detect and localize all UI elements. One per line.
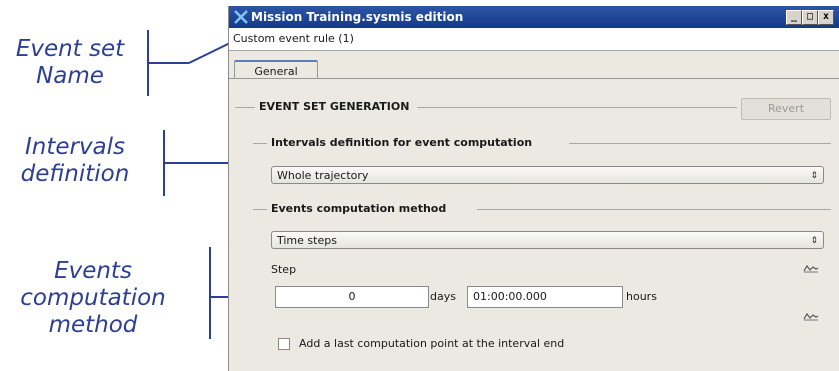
- annotation-events-line2: computation: [20, 285, 166, 311]
- computation-section-title: Events computation method: [271, 202, 451, 215]
- window-title: Mission Training.sysmis edition: [251, 10, 464, 24]
- last-point-label: Add a last computation point at the inte…: [299, 337, 565, 350]
- curve-icon[interactable]: [803, 311, 819, 321]
- intervals-rule-right: [569, 143, 831, 144]
- step-label: Step: [271, 263, 297, 276]
- days-value: 0: [348, 290, 356, 303]
- hours-unit-label: hours: [626, 290, 657, 303]
- hours-input[interactable]: 01:00:00.000: [467, 286, 623, 308]
- intervals-select[interactable]: Whole trajectory ⇕: [271, 166, 824, 184]
- annotation-connector-name-diag: [188, 42, 231, 64]
- annotation-event-set-name-line2: Name: [36, 63, 104, 89]
- annotation-events-line3: method: [48, 312, 138, 338]
- general-panel: EVENT SET GENERATION Revert Intervals de…: [229, 78, 839, 371]
- window-controls: _ □ x: [786, 9, 834, 25]
- intervals-selected-value: Whole trajectory: [277, 169, 369, 182]
- close-button[interactable]: x: [818, 9, 834, 25]
- event-set-generation-rule-left: [235, 107, 255, 108]
- app-window: Mission Training.sysmis edition _ □ x Cu…: [228, 6, 839, 371]
- annotation-bracket-events: [209, 247, 211, 339]
- annotation-event-set-name-line1: Event set: [15, 36, 125, 62]
- event-set-name-field[interactable]: Custom event rule (1): [229, 28, 839, 51]
- updown-arrows-icon: ⇕: [810, 236, 818, 246]
- annotation-event-set-name: Event set Name: [5, 36, 135, 90]
- computation-rule-right: [477, 209, 831, 210]
- annotation-intervals-line1: Intervals: [24, 134, 126, 160]
- annotation-intervals-definition: Intervals definition: [15, 134, 135, 188]
- annotation-intervals-line2: definition: [20, 161, 130, 187]
- curve-icon[interactable]: [803, 263, 819, 273]
- revert-button[interactable]: Revert: [741, 98, 831, 120]
- annotation-events-line1: Events: [54, 258, 132, 284]
- event-set-generation-title: EVENT SET GENERATION: [259, 100, 414, 113]
- intervals-rule-left: [253, 143, 267, 144]
- hours-value: 01:00:00.000: [473, 290, 547, 303]
- days-input[interactable]: 0: [275, 286, 429, 308]
- maximize-button[interactable]: □: [802, 9, 818, 25]
- days-unit-label: days: [430, 290, 456, 303]
- minimize-button[interactable]: _: [786, 9, 802, 25]
- computation-selected-value: Time steps: [277, 234, 337, 247]
- updown-arrows-icon: ⇕: [810, 171, 818, 181]
- computation-rule-left: [253, 209, 267, 210]
- annotation-events-computation-method: Events computation method: [3, 258, 183, 339]
- tab-strip: General: [229, 51, 839, 82]
- computation-method-select[interactable]: Time steps ⇕: [271, 231, 824, 249]
- last-point-checkbox[interactable]: [278, 338, 290, 350]
- title-bar[interactable]: Mission Training.sysmis edition _ □ x: [229, 6, 839, 28]
- intervals-section-title: Intervals definition for event computati…: [271, 136, 537, 149]
- event-set-generation-rule-right: [417, 107, 737, 108]
- x-logo-icon: [233, 9, 249, 25]
- annotation-connector-name: [149, 62, 189, 64]
